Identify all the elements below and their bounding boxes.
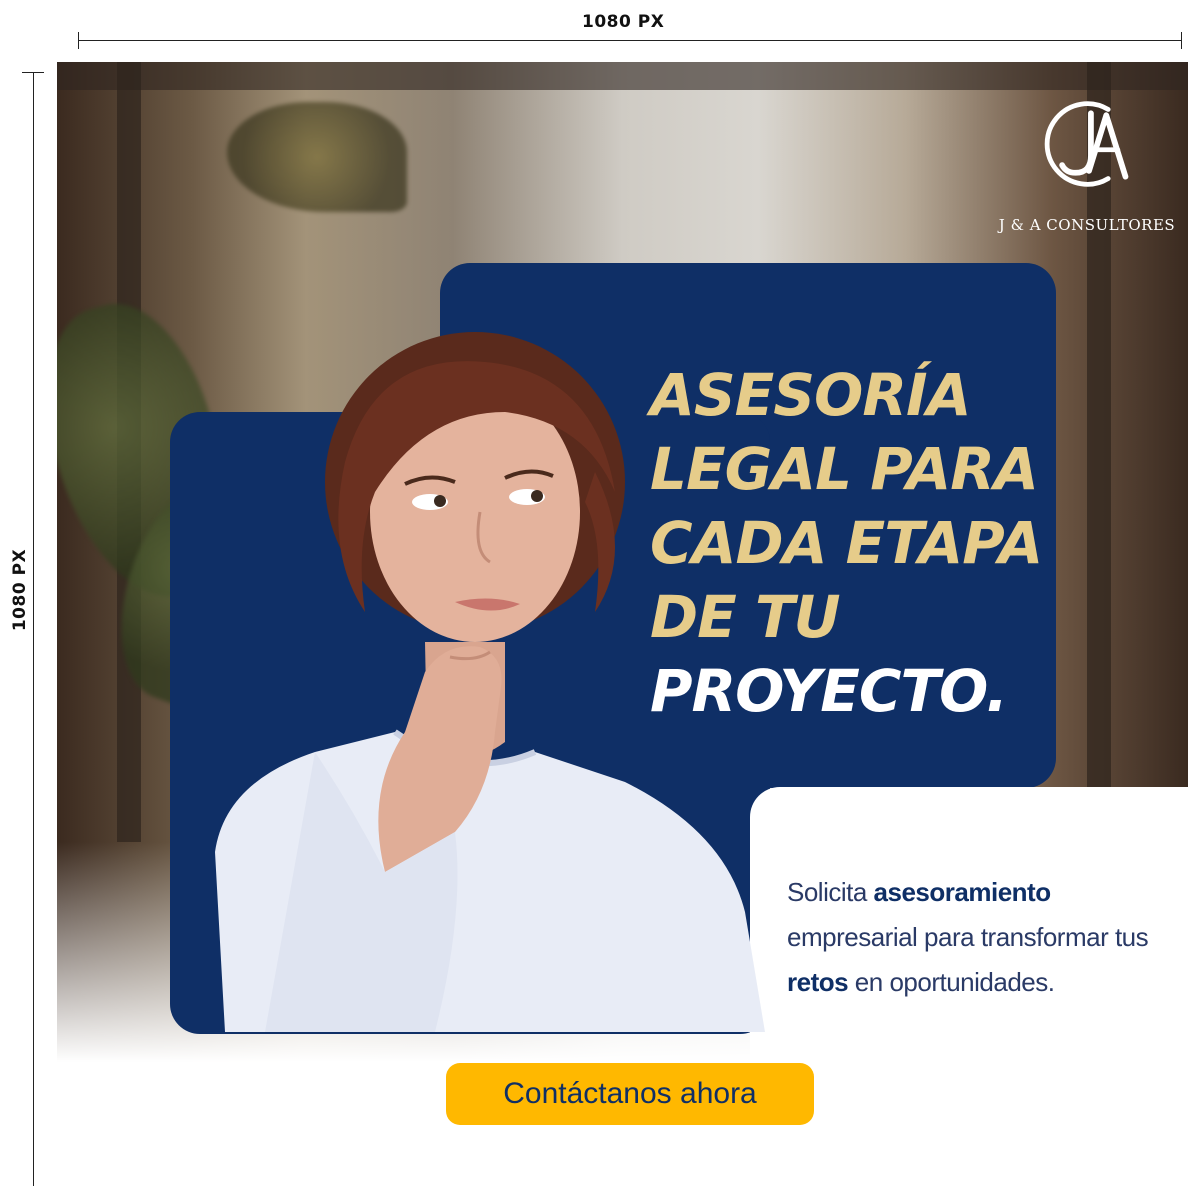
body-text-highlight: retos bbox=[787, 967, 849, 997]
width-dimension-line bbox=[78, 40, 1182, 41]
width-dimension-cap-right bbox=[1181, 32, 1182, 49]
body-copy: Solicita asesoramiento empresarial para … bbox=[787, 870, 1167, 1005]
height-dimension-label: 1080 PX bbox=[10, 548, 30, 632]
body-text-highlight: asesoramiento bbox=[873, 877, 1052, 907]
height-dimension-line bbox=[33, 72, 34, 1186]
headline-line-1: ASESORÍA bbox=[650, 361, 972, 429]
brand-name: J & A CONSULTORES bbox=[998, 216, 1176, 234]
ja-monogram-icon bbox=[1044, 101, 1129, 187]
contact-now-button[interactable]: Contáctanos ahora bbox=[446, 1063, 814, 1125]
headline-line-4: DE TU bbox=[650, 583, 841, 651]
body-text-part: Solicita bbox=[787, 877, 874, 907]
width-dimension-label: 1080 PX bbox=[582, 12, 665, 32]
headline: ASESORÍA LEGAL PARA CADA ETAPA DE TU PRO… bbox=[650, 358, 1070, 728]
height-dimension-cap-top bbox=[22, 72, 44, 73]
body-text-part: en oportunidades. bbox=[848, 967, 1055, 997]
brand-logo: J & A CONSULTORES bbox=[997, 90, 1177, 250]
ceiling-beam bbox=[57, 62, 1188, 90]
width-dimension-cap-left bbox=[78, 32, 79, 49]
headline-line-3: CADA ETAPA bbox=[650, 509, 1043, 577]
ad-canvas: J & A CONSULTORES ASESORÍA LEGAL PARA CA… bbox=[57, 62, 1188, 1186]
headline-line-2: LEGAL PARA bbox=[650, 435, 1039, 503]
headline-line-5: PROYECTO. bbox=[650, 657, 1008, 725]
body-text-part: empresarial para transformar tus bbox=[787, 922, 1149, 952]
